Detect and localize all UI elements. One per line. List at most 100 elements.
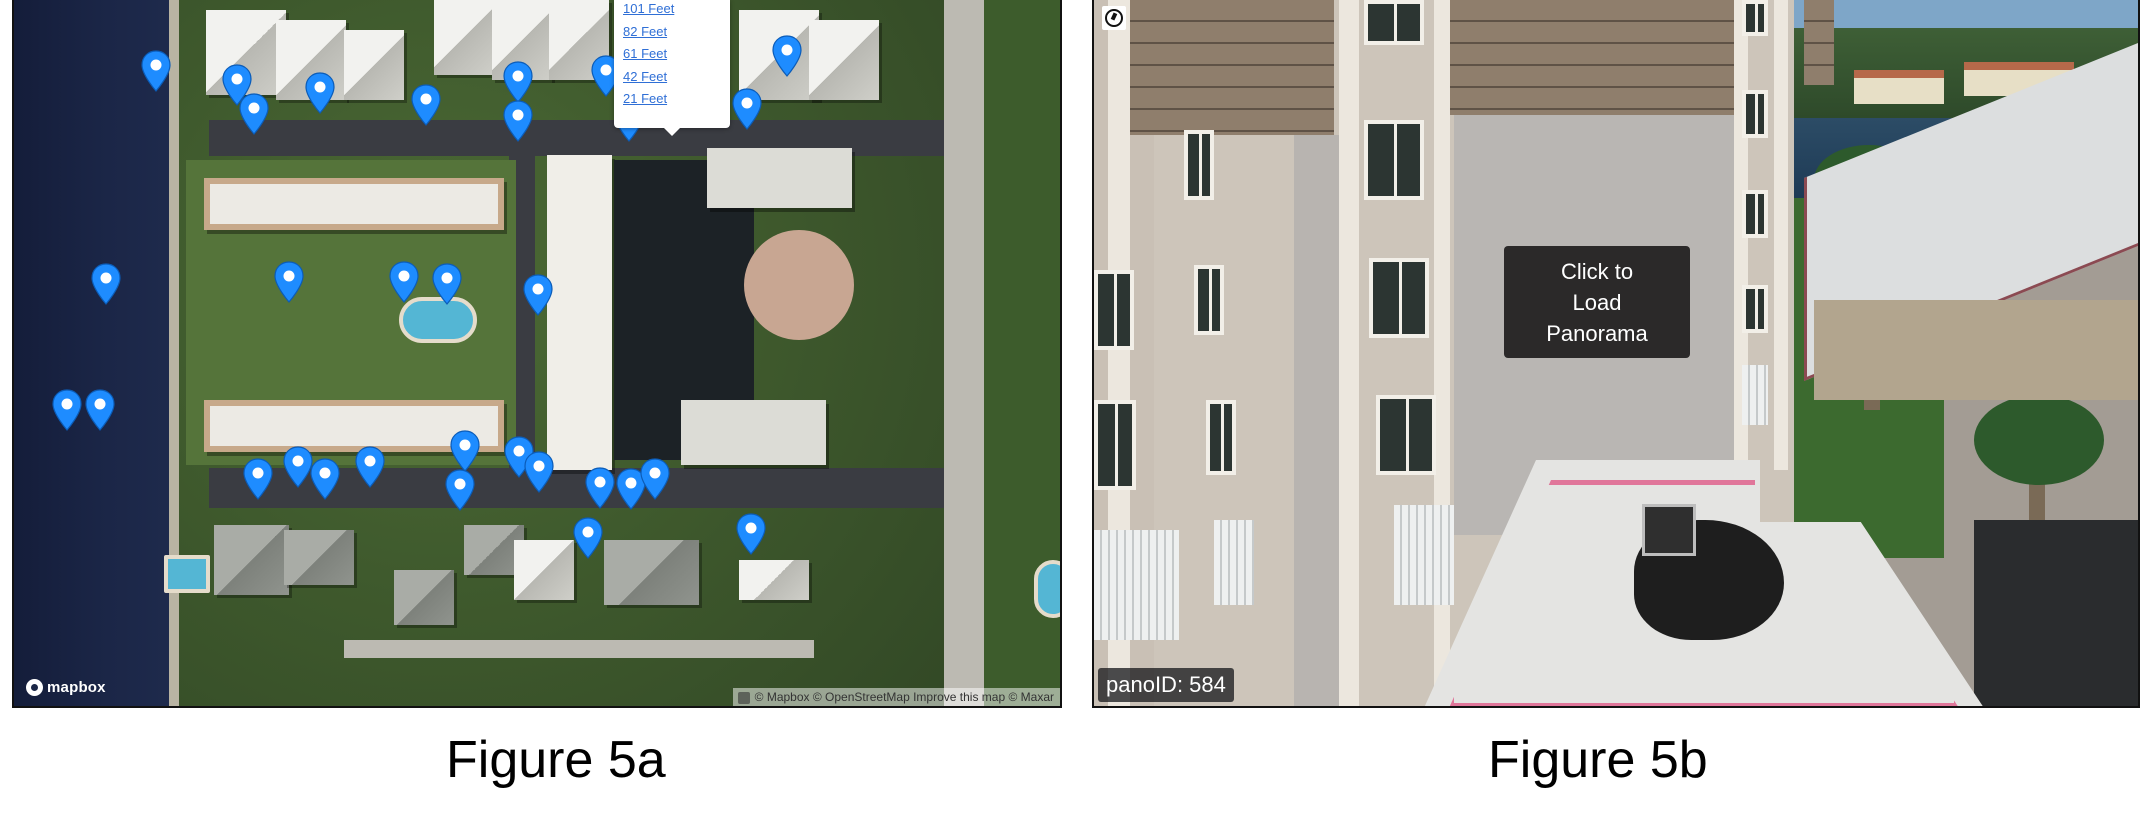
house <box>604 540 699 605</box>
window <box>1184 130 1214 200</box>
louver-shutter <box>1742 365 1768 425</box>
location-marker[interactable] <box>305 72 335 114</box>
info-icon[interactable] <box>737 692 750 704</box>
location-marker[interactable] <box>355 446 385 488</box>
load-panorama-line-1: Click to <box>1560 258 1634 284</box>
pano-id-label: panoID: 584 <box>1098 668 1234 702</box>
altitude-link-61[interactable]: 61 Feet <box>623 43 730 66</box>
location-marker[interactable] <box>239 93 269 135</box>
central-tower <box>547 155 612 470</box>
parking-ground <box>1974 520 2138 706</box>
pilaster <box>1339 0 1359 706</box>
neighbor-wall <box>1814 300 2138 400</box>
swimming-pool <box>164 555 210 593</box>
louver-shutter <box>1394 505 1454 605</box>
attribution-maxar[interactable]: © Maxar <box>1008 690 1054 704</box>
window <box>1094 400 1136 490</box>
map-attribution: © Mapbox © OpenStreetMap Improve this ma… <box>732 688 1060 706</box>
main-street <box>944 0 984 706</box>
distant-house <box>1854 70 1944 104</box>
window <box>1094 270 1134 350</box>
location-marker[interactable] <box>585 467 615 509</box>
lane-south <box>344 640 814 658</box>
figure-5a-caption: Figure 5a <box>446 731 666 789</box>
townhouse <box>809 20 879 100</box>
location-marker[interactable] <box>732 88 762 130</box>
window <box>1742 190 1768 238</box>
townhouse <box>344 30 404 100</box>
altitude-link-101[interactable]: 101 Feet <box>623 0 730 21</box>
location-marker[interactable] <box>432 263 462 305</box>
location-marker[interactable] <box>389 261 419 303</box>
mapbox-logo-icon <box>26 679 43 696</box>
location-marker[interactable] <box>573 517 603 559</box>
location-marker[interactable] <box>503 61 533 103</box>
sky <box>1784 0 2138 28</box>
louver-shutter <box>1094 530 1179 640</box>
mapbox-logo-text: mapbox <box>47 679 106 696</box>
altitude-link-82[interactable]: 82 Feet <box>623 21 730 44</box>
seawall <box>169 0 179 706</box>
house <box>214 525 289 595</box>
map-view[interactable]: 101 Feet 82 Feet 61 Feet 42 Feet 21 Feet… <box>12 0 1062 708</box>
window <box>1194 265 1224 335</box>
location-marker[interactable] <box>52 389 82 431</box>
window <box>1742 90 1768 138</box>
load-panorama-line-3: Panorama <box>1546 320 1648 346</box>
altitude-link-42[interactable]: 42 Feet <box>623 66 730 89</box>
improve-map-link[interactable]: Improve this map <box>913 690 1005 704</box>
ac-unit <box>1642 504 1696 556</box>
window <box>1206 400 1236 475</box>
window <box>1376 395 1436 475</box>
compass-button[interactable] <box>1102 6 1126 30</box>
building-north-annex <box>707 148 852 208</box>
palm-tree <box>1974 395 2104 485</box>
location-marker[interactable] <box>91 263 121 305</box>
altitude-popup: 101 Feet 82 Feet 61 Feet 42 Feet 21 Feet <box>614 0 730 136</box>
location-marker[interactable] <box>445 469 475 511</box>
house <box>284 530 354 585</box>
condo-building-north <box>204 178 504 230</box>
window <box>1742 285 1768 333</box>
location-marker[interactable] <box>736 513 766 555</box>
swimming-pool <box>1034 560 1060 618</box>
mapbox-logo[interactable]: mapbox <box>26 679 106 696</box>
panorama-viewer[interactable]: Click to Load Panorama panoID: 584 <box>1092 0 2140 708</box>
location-marker[interactable] <box>274 261 304 303</box>
location-marker[interactable] <box>450 430 480 472</box>
mansard-siding <box>1804 0 1834 85</box>
location-marker[interactable] <box>141 50 171 92</box>
mansard-siding <box>1124 0 1334 135</box>
location-marker[interactable] <box>503 100 533 142</box>
location-marker[interactable] <box>411 84 441 126</box>
entrance-plaza <box>744 230 854 340</box>
house <box>394 570 454 625</box>
location-marker[interactable] <box>283 446 313 488</box>
location-marker[interactable] <box>523 274 553 316</box>
location-marker[interactable] <box>524 451 554 493</box>
mansard-siding <box>1444 0 1739 115</box>
altitude-link-21[interactable]: 21 Feet <box>623 88 730 111</box>
attribution-osm[interactable]: © OpenStreetMap <box>813 690 910 704</box>
attribution-mapbox[interactable]: © Mapbox <box>755 690 810 704</box>
window <box>1369 258 1429 338</box>
pilaster <box>1774 0 1788 470</box>
building-south-annex <box>681 400 826 465</box>
house <box>514 540 574 600</box>
location-marker[interactable] <box>310 458 340 500</box>
waterway <box>14 0 169 706</box>
load-panorama-button[interactable]: Click to Load Panorama <box>1504 246 1690 358</box>
location-marker[interactable] <box>85 389 115 431</box>
window <box>1364 0 1424 45</box>
window <box>1742 0 1768 36</box>
location-marker[interactable] <box>640 458 670 500</box>
load-panorama-line-2: Load <box>1572 289 1622 315</box>
location-marker[interactable] <box>243 458 273 500</box>
louver-shutter <box>1214 520 1254 605</box>
location-marker[interactable] <box>772 35 802 77</box>
house <box>739 560 809 600</box>
compass-icon <box>1105 9 1123 27</box>
townhouse <box>434 0 494 75</box>
figure-5b-caption: Figure 5b <box>1488 731 1708 789</box>
window <box>1364 120 1424 200</box>
